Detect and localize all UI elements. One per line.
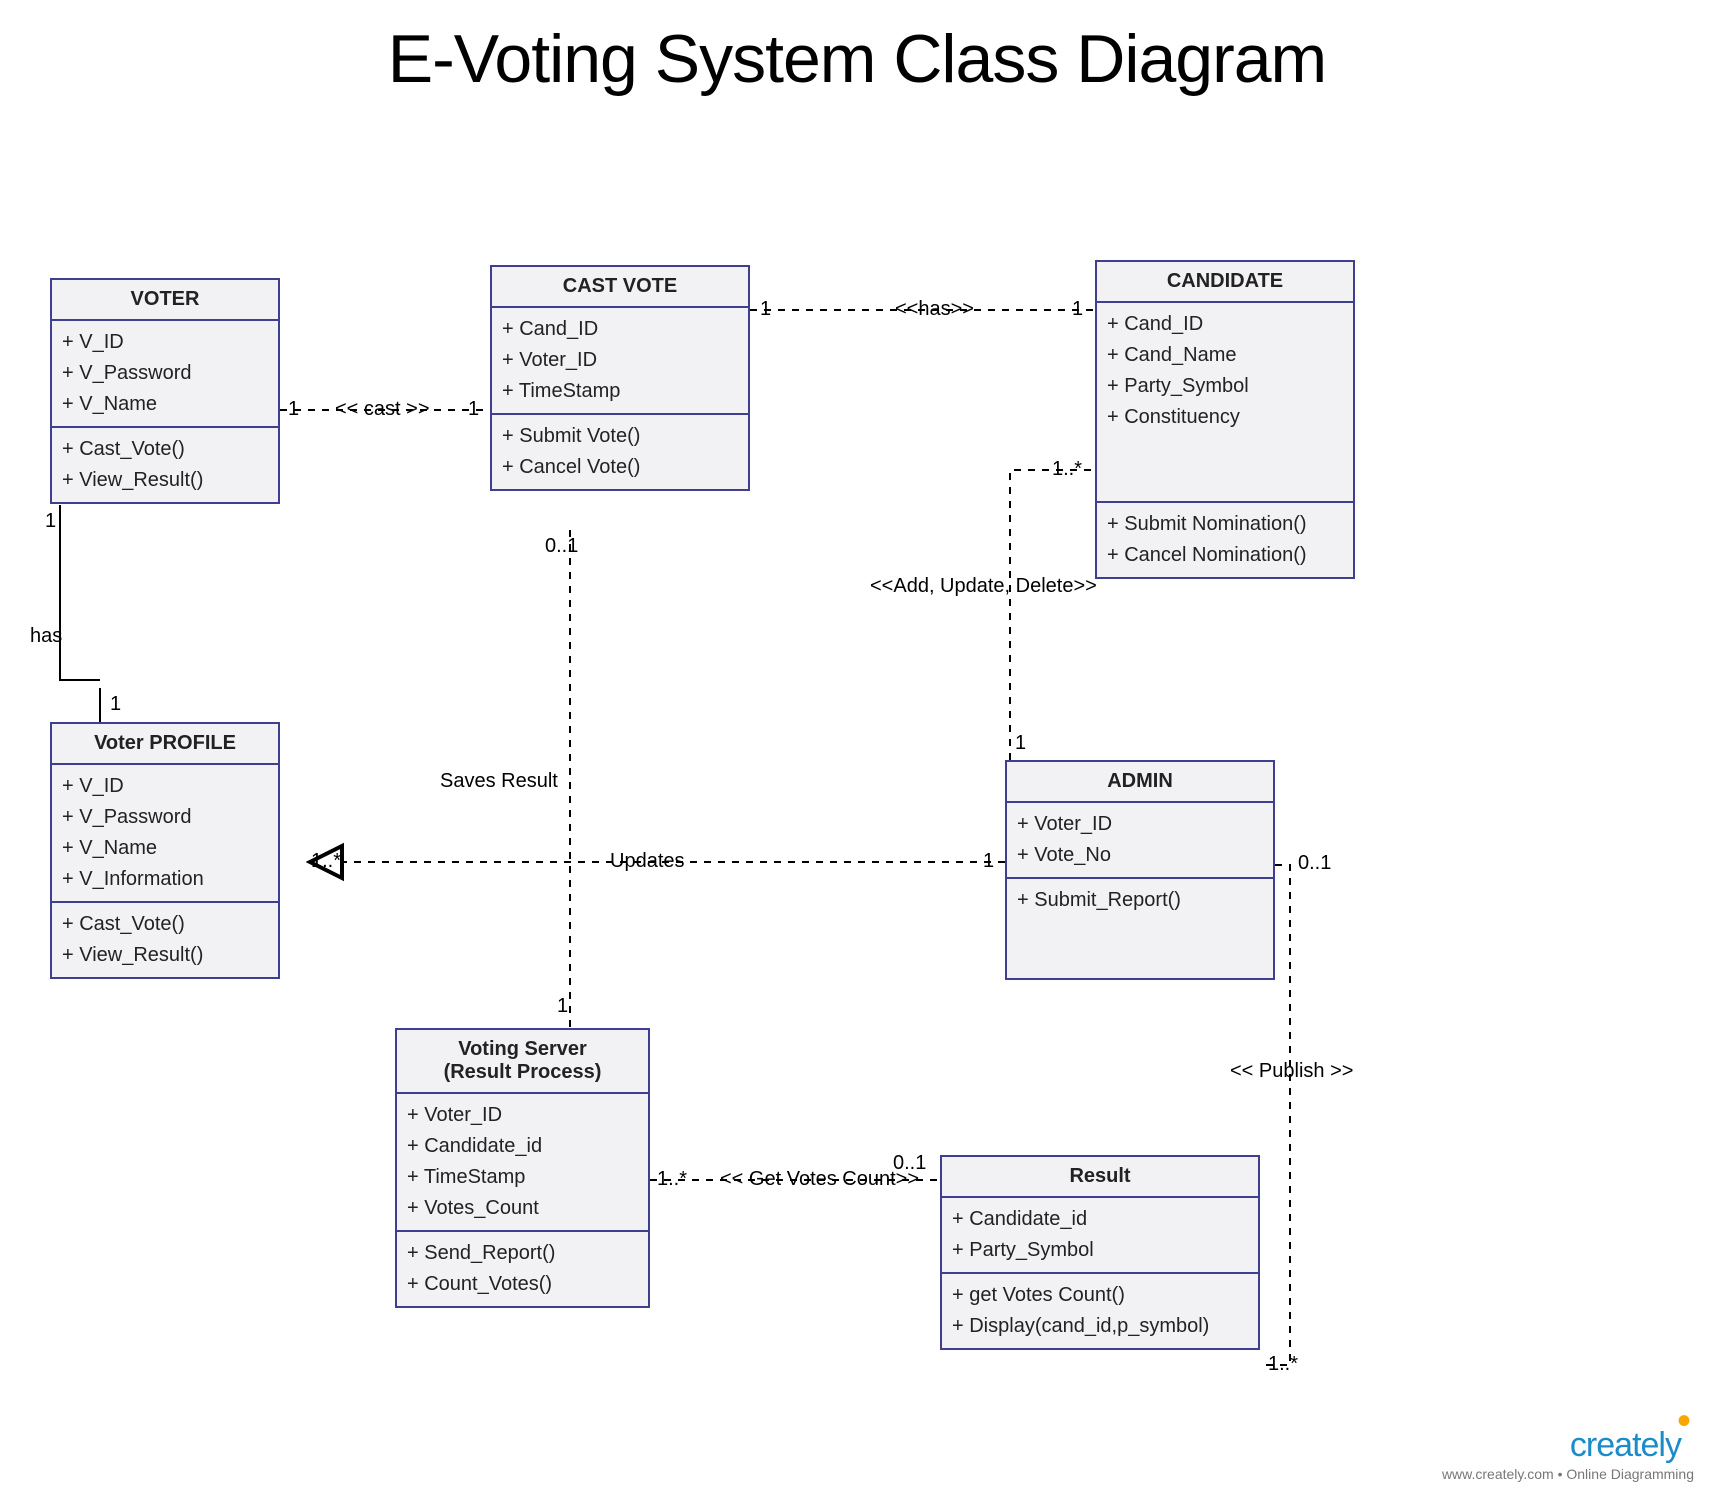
- mult-label: 1: [760, 298, 771, 321]
- class-castvote-title: CAST VOTE: [492, 267, 748, 308]
- attr: + Constituency: [1107, 402, 1343, 433]
- class-voterprofile: Voter PROFILE + V_ID + V_Password + V_Na…: [50, 722, 280, 979]
- op: + Submit_Report(): [1017, 885, 1263, 916]
- class-castvote: CAST VOTE + Cand_ID + Voter_ID + TimeSta…: [490, 265, 750, 491]
- mult-label: 1: [557, 995, 568, 1018]
- op: + Display(cand_id,p_symbol): [952, 1311, 1248, 1342]
- brand-logo: creately•: [1442, 1421, 1694, 1466]
- class-admin-title: ADMIN: [1007, 762, 1273, 803]
- attr: + Vote_No: [1017, 840, 1263, 871]
- op: + View_Result(): [62, 940, 268, 971]
- mult-label: 1: [468, 398, 479, 421]
- op: + Cast_Vote(): [62, 434, 268, 465]
- class-result-title: Result: [942, 1157, 1258, 1198]
- assoc-label-cast: << cast >>: [335, 398, 430, 421]
- attr: + Party_Symbol: [1107, 371, 1343, 402]
- class-candidate: CANDIDATE + Cand_ID + Cand_Name + Party_…: [1095, 260, 1355, 579]
- op: + Count_Votes(): [407, 1269, 638, 1300]
- op: + Submit Nomination(): [1107, 509, 1343, 540]
- attr: + Candidate_id: [952, 1204, 1248, 1235]
- mult-label: 1: [45, 510, 56, 533]
- attr: + V_Name: [62, 389, 268, 420]
- op: + Cancel Vote(): [502, 452, 738, 483]
- attr: + Voter_ID: [407, 1100, 638, 1131]
- op: + Send_Report(): [407, 1238, 638, 1269]
- assoc-label-updates: Updates: [610, 850, 685, 873]
- assoc-label-has: has: [30, 625, 62, 648]
- class-voter-title: VOTER: [52, 280, 278, 321]
- attr: + Party_Symbol: [952, 1235, 1248, 1266]
- op: + Cancel Nomination(): [1107, 540, 1343, 571]
- assoc-label-saves: Saves Result: [440, 770, 558, 793]
- title-line: (Result Process): [401, 1061, 644, 1084]
- class-candidate-title: CANDIDATE: [1097, 262, 1353, 303]
- mult-label: 1..*: [1052, 458, 1082, 481]
- assoc-label-publish: << Publish >>: [1230, 1060, 1353, 1083]
- op: + get Votes Count(): [952, 1280, 1248, 1311]
- attr: + Cand_Name: [1107, 340, 1343, 371]
- attr: + Cand_ID: [502, 314, 738, 345]
- op: + Submit Vote(): [502, 421, 738, 452]
- mult-label: 0..1: [1298, 852, 1331, 875]
- class-voterprofile-title: Voter PROFILE: [52, 724, 278, 765]
- attr: + V_ID: [62, 327, 268, 358]
- class-votingserver-title: Voting Server (Result Process): [397, 1030, 648, 1094]
- mult-label: 1..*: [311, 850, 341, 873]
- attr: + V_Password: [62, 358, 268, 389]
- brand-tagline: www.creately.com • Online Diagramming: [1442, 1466, 1694, 1482]
- assoc-label-crud: <<Add, Update, Delete>>: [870, 575, 1097, 598]
- title-line: Voting Server: [401, 1038, 644, 1061]
- attr: + V_ID: [62, 771, 268, 802]
- class-admin: ADMIN + Voter_ID + Vote_No + Submit_Repo…: [1005, 760, 1275, 980]
- class-voter: VOTER + V_ID + V_Password + V_Name + Cas…: [50, 278, 280, 504]
- attr: + V_Information: [62, 864, 268, 895]
- footer-branding: creately• www.creately.com • Online Diag…: [1442, 1421, 1694, 1482]
- attr: + Votes_Count: [407, 1193, 638, 1224]
- attr: + TimeStamp: [407, 1162, 638, 1193]
- attr: + Voter_ID: [502, 345, 738, 376]
- assoc-label-has: <<has>>: [895, 298, 974, 321]
- class-votingserver: Voting Server (Result Process) + Voter_I…: [395, 1028, 650, 1308]
- attr: + Cand_ID: [1107, 309, 1343, 340]
- mult-label: 1: [1072, 298, 1083, 321]
- mult-label: 1: [110, 693, 121, 716]
- attr: + Candidate_id: [407, 1131, 638, 1162]
- mult-label: 1: [983, 850, 994, 873]
- mult-label: 0..1: [893, 1152, 926, 1175]
- assoc-label-getvotes: << Get Votes Count>>: [720, 1168, 919, 1191]
- attr: + V_Password: [62, 802, 268, 833]
- diagram-canvas: VOTER + V_ID + V_Password + V_Name + Cas…: [0, 0, 1714, 1492]
- op: + Cast_Vote(): [62, 909, 268, 940]
- mult-label: 1: [288, 398, 299, 421]
- mult-label: 1..*: [1268, 1353, 1298, 1376]
- attr: + Voter_ID: [1017, 809, 1263, 840]
- op: + View_Result(): [62, 465, 268, 496]
- mult-label: 1: [1015, 732, 1026, 755]
- attr: + TimeStamp: [502, 376, 738, 407]
- mult-label: 1..*: [657, 1168, 687, 1191]
- mult-label: 0..1: [545, 535, 578, 558]
- class-result: Result + Candidate_id + Party_Symbol + g…: [940, 1155, 1260, 1350]
- lightbulb-icon: •: [1677, 1399, 1690, 1443]
- attr: + V_Name: [62, 833, 268, 864]
